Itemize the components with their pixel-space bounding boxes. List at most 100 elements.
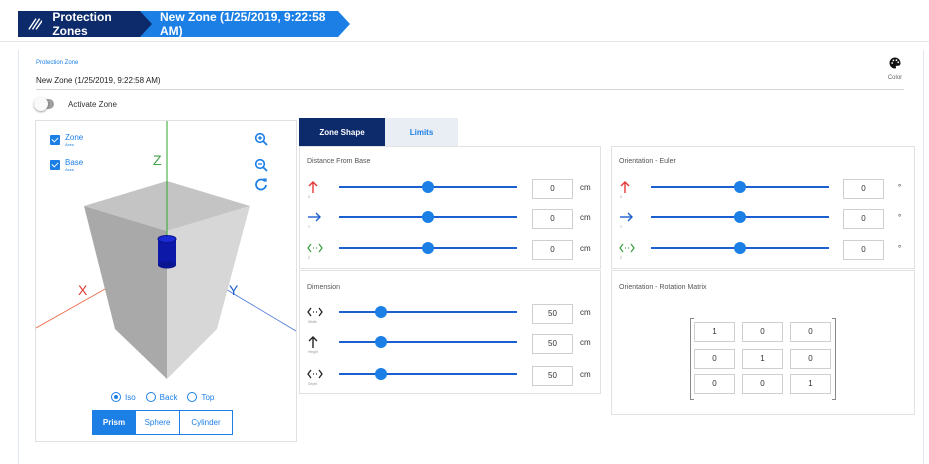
- slider-thumb[interactable]: [422, 181, 434, 193]
- dimension-width-label: Width: [308, 320, 317, 324]
- activate-zone-label: Activate Zone: [68, 99, 117, 109]
- arrow-left-right-icon: [619, 243, 635, 253]
- slider-track[interactable]: [339, 341, 517, 343]
- activate-zone-toggle[interactable]: Activate Zone: [34, 97, 117, 111]
- distance-y-input[interactable]: 0: [532, 209, 573, 229]
- distance-z-input[interactable]: 0: [532, 240, 573, 260]
- checkbox-checked-icon[interactable]: [50, 135, 60, 145]
- breadcrumb-root[interactable]: Protection Zones: [18, 10, 152, 38]
- tab-zone-shape[interactable]: Zone Shape: [299, 118, 385, 146]
- matrix-cell[interactable]: 0: [790, 349, 831, 369]
- view-selector: Iso Back Top: [111, 392, 224, 402]
- unit-label: °: [898, 244, 902, 253]
- euler-z-input[interactable]: 0: [843, 240, 884, 260]
- unit-label: cm: [580, 183, 591, 192]
- rotation-matrix: 1 0 0 0 1 0 0 0 1: [690, 318, 836, 400]
- unit-label: cm: [580, 308, 591, 317]
- radio-empty-icon[interactable]: [145, 392, 156, 402]
- shape-sphere-button[interactable]: Sphere: [136, 410, 180, 435]
- view-radio-top-label: Top: [201, 392, 215, 402]
- arrow-up-icon: [620, 181, 630, 193]
- matrix-bracket-right: [832, 318, 836, 400]
- slider-thumb[interactable]: [422, 242, 434, 254]
- zoom-in-icon[interactable]: [254, 132, 268, 146]
- depth-input[interactable]: 50: [532, 366, 573, 386]
- prism-left-face: [84, 206, 167, 379]
- reset-view-icon[interactable]: [254, 177, 268, 191]
- arrow-up-icon: [308, 336, 318, 348]
- tab-limits[interactable]: Limits: [385, 118, 458, 146]
- euler-row-z-axis: Z: [620, 256, 623, 260]
- distance-row-x: X 0 cm: [307, 179, 597, 202]
- slider-thumb[interactable]: [734, 242, 746, 254]
- distance-row-x-axis: X: [308, 195, 311, 199]
- matrix-cell[interactable]: 0: [742, 374, 783, 394]
- shape-prism-button[interactable]: Prism: [92, 410, 136, 435]
- axis-label-y: Y: [229, 282, 239, 298]
- slider-thumb[interactable]: [375, 306, 387, 318]
- euler-y-input[interactable]: 0: [843, 209, 884, 229]
- zone-field-label: Protection Zone: [36, 60, 79, 66]
- dimension-depth-label: Depth: [308, 382, 318, 386]
- slider-thumb[interactable]: [734, 181, 746, 193]
- matrix-cell[interactable]: 0: [742, 322, 783, 342]
- zone-axes-checkbox[interactable]: Zone Axes: [50, 133, 83, 147]
- distance-row-z: Z 0 cm: [307, 240, 597, 263]
- dimension-row-width: Width 50 cm: [307, 304, 597, 327]
- matrix-cell[interactable]: 1: [694, 322, 735, 342]
- matrix-cell[interactable]: 1: [742, 349, 783, 369]
- zone-axes-label: Zone: [65, 133, 84, 142]
- breadcrumb-root-label: Protection Zones: [52, 10, 112, 38]
- checkbox-checked-icon[interactable]: [50, 160, 60, 170]
- view-radio-back-label: Back: [159, 392, 178, 402]
- view-radio-iso[interactable]: Iso: [111, 392, 136, 402]
- width-input[interactable]: 50: [532, 304, 573, 324]
- breadcrumb-current[interactable]: New Zone (1/25/2019, 9:22:58 AM): [140, 10, 350, 38]
- hatch-icon: [28, 18, 43, 30]
- base-cylinder-top: [157, 235, 177, 243]
- radio-empty-icon[interactable]: [187, 392, 198, 402]
- color-button-label: Color: [887, 75, 903, 81]
- euler-row-z: Z 0 °: [619, 240, 909, 263]
- dimension-row-height: Height 50 cm: [307, 334, 597, 357]
- arrow-left-right-icon: [307, 369, 323, 379]
- radio-selected-icon[interactable]: [111, 392, 121, 402]
- matrix-cell[interactable]: 0: [694, 374, 735, 394]
- color-button[interactable]: Color: [884, 56, 906, 86]
- arrow-right-icon: [308, 212, 321, 222]
- euler-x-input[interactable]: 0: [843, 179, 884, 199]
- distance-x-input[interactable]: 0: [532, 179, 573, 199]
- zone-3d-viewport[interactable]: Z X Y Zone Axes Base Axes Iso Back Top P…: [35, 120, 297, 442]
- view-radio-back[interactable]: Back: [145, 392, 178, 402]
- zone-name-input[interactable]: New Zone (1/25/2019, 9:22:58 AM): [36, 72, 904, 90]
- slider-thumb[interactable]: [422, 211, 434, 223]
- euler-row-x: X 0 °: [619, 179, 909, 202]
- zoom-out-icon[interactable]: [254, 158, 268, 172]
- distance-row-z-axis: Z: [308, 256, 311, 260]
- arrow-left-right-icon: [307, 307, 323, 317]
- base-cylinder-bottom: [158, 261, 176, 269]
- euler-row-y-axis: Y: [620, 225, 623, 229]
- slider-thumb[interactable]: [734, 211, 746, 223]
- shape-button-group: Prism Sphere Cylinder: [92, 410, 233, 435]
- slider-track[interactable]: [339, 311, 517, 313]
- unit-label: cm: [580, 244, 591, 253]
- slider-thumb[interactable]: [375, 336, 387, 348]
- shape-cylinder-button[interactable]: Cylinder: [180, 410, 233, 435]
- base-axes-sublabel: Axes: [65, 167, 74, 172]
- axis-label-z: Z: [153, 152, 162, 168]
- slider-thumb[interactable]: [375, 368, 387, 380]
- unit-label: cm: [580, 338, 591, 347]
- view-radio-top[interactable]: Top: [187, 392, 214, 402]
- height-input[interactable]: 50: [532, 334, 573, 354]
- toggle-switch[interactable]: [34, 97, 54, 111]
- unit-label: cm: [580, 370, 591, 379]
- base-axes-checkbox[interactable]: Base Axes: [50, 158, 83, 172]
- slider-track[interactable]: [339, 373, 517, 375]
- orientation-euler-title: Orientation - Euler: [619, 158, 676, 165]
- matrix-cell[interactable]: 0: [790, 322, 831, 342]
- matrix-cell[interactable]: 1: [790, 374, 831, 394]
- matrix-cell[interactable]: 0: [694, 349, 735, 369]
- distance-row-y-axis: Y: [308, 225, 311, 229]
- base-axes-label: Base: [65, 158, 84, 167]
